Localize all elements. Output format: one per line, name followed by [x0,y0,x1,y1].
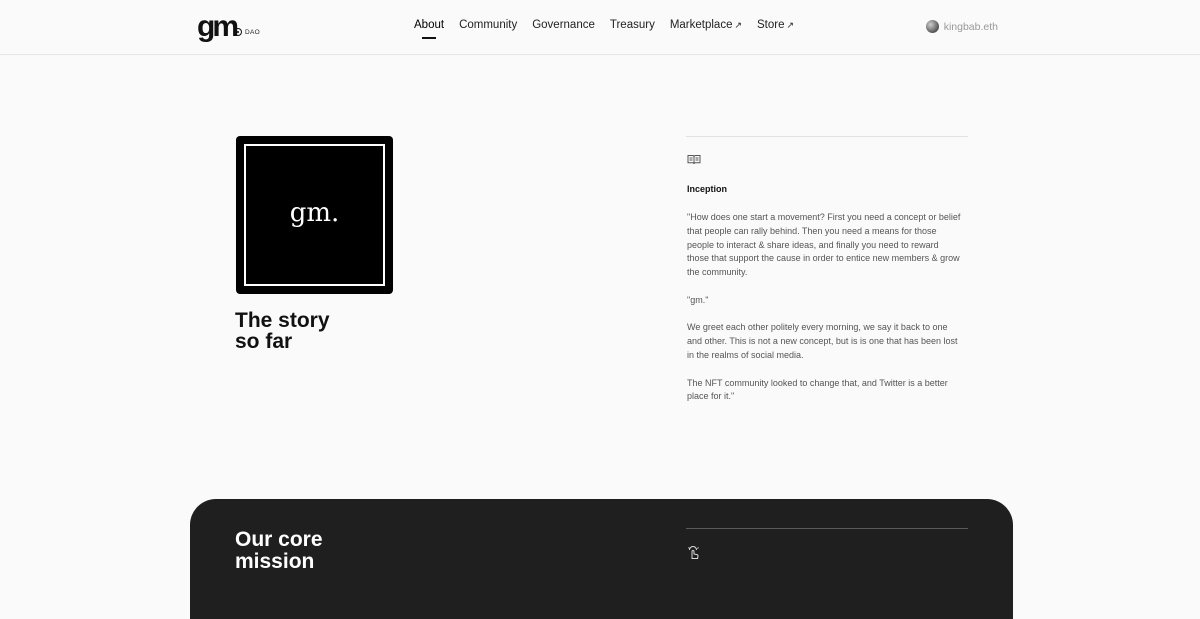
story-image-text: gm. [289,198,340,228]
story-title: The story so far [235,310,330,352]
section-label: Inception [687,184,727,194]
gm-dao-logo[interactable]: gm DAO [197,12,267,42]
story-paragraph: "gm." [687,294,709,305]
mission-title-line: Our core [235,528,323,551]
top-header: gm DAO About Community Governance Treasu… [0,0,1200,55]
nav-item-label: About [414,19,445,31]
account-button[interactable]: kingbab.eth [925,20,998,33]
logo-mark: gm [197,10,239,43]
nav-item-label: Store [757,19,785,31]
nav-item-about[interactable]: About [414,19,445,39]
main-nav: About Community Governance Treasury Mark… [414,19,794,39]
story-paragraph: "How does one start a movement? First yo… [687,212,961,278]
logo-subtext: DAO [245,29,260,36]
mission-title-line: mission [235,550,315,573]
story-title-line: so far [235,330,293,353]
nav-item-label: Treasury [609,19,655,31]
account-name: kingbab.eth [943,20,998,33]
nav-item-store[interactable]: Store ↗ [757,19,794,31]
external-link-icon: ↗ [734,20,743,30]
story-title-line: The story [235,309,330,332]
mission-panel: Our core mission [190,499,1013,619]
story-paragraph: We greet each other politely every morni… [687,322,958,360]
nav-item-governance[interactable]: Governance [532,19,595,31]
story-paragraph: The NFT community looked to change that,… [687,377,948,402]
story-image: gm. [236,136,393,294]
nav-item-marketplace[interactable]: Marketplace ↗ [670,19,742,31]
story-text: "How does one start a movement? First yo… [687,211,962,418]
external-link-icon: ↗ [786,20,795,30]
pointer-hand-icon [688,546,699,559]
nav-item-label: Community [459,19,518,31]
book-icon [687,155,701,165]
nav-item-treasury[interactable]: Treasury [610,19,655,31]
avatar [925,20,939,33]
section-divider [686,136,968,137]
mission-title: Our core mission [235,529,323,573]
nav-item-label: Marketplace [669,19,733,31]
mission-divider [686,528,968,529]
logo-dot-icon [234,28,242,36]
nav-item-community[interactable]: Community [459,19,517,31]
nav-item-label: Governance [532,19,595,31]
